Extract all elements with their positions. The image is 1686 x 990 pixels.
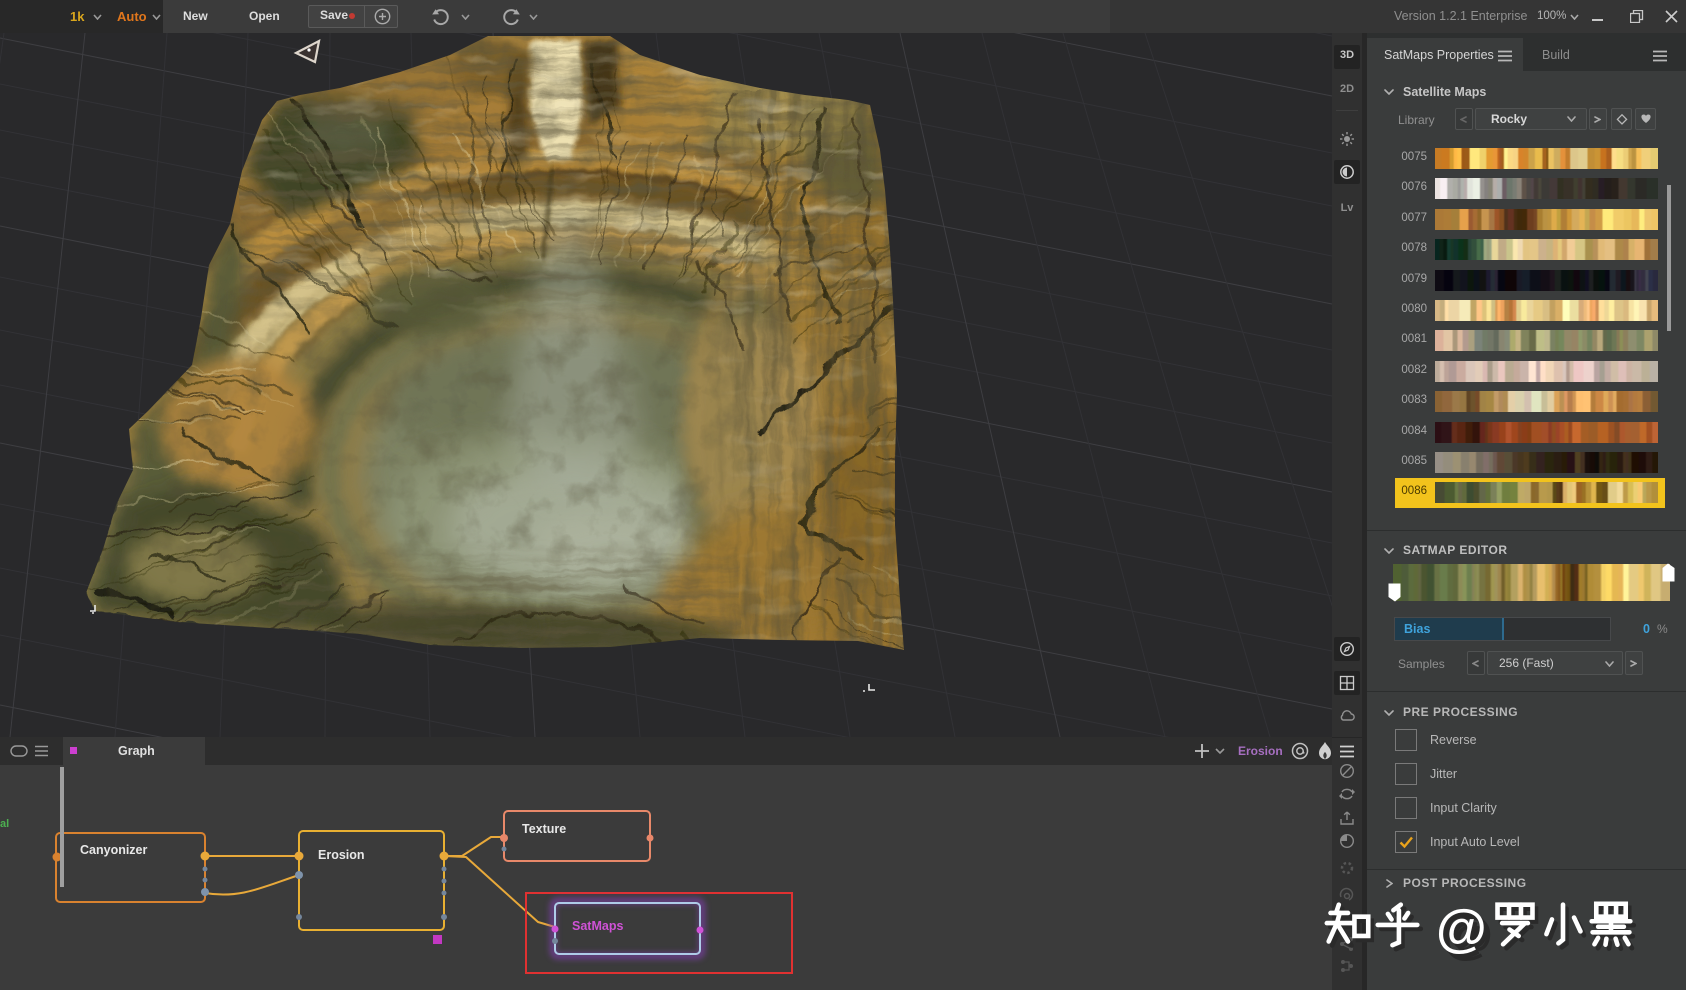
svg-text:Canyonizer: Canyonizer (80, 843, 148, 857)
svg-text:SatMaps: SatMaps (572, 919, 623, 933)
svg-text:@: @ (1436, 900, 1489, 958)
svg-text:Texture: Texture (522, 822, 566, 836)
svg-text:Erosion: Erosion (318, 848, 365, 862)
